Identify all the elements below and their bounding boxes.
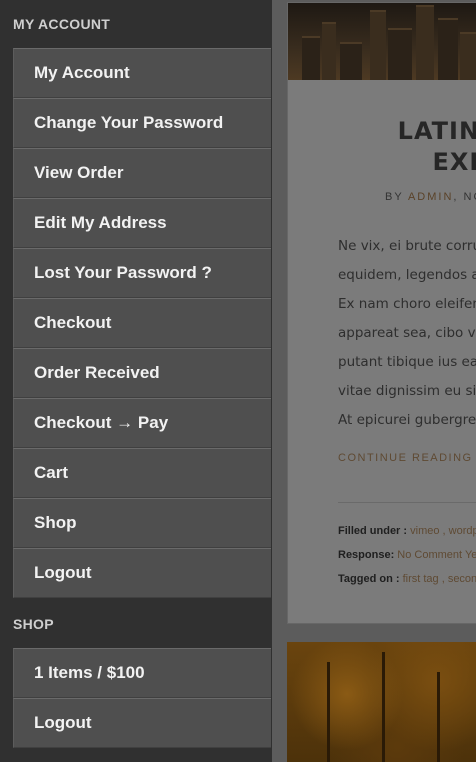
post-title-line-1[interactable]: LATINI	[290, 116, 476, 147]
next-post-image[interactable]	[287, 642, 476, 762]
menu-item-shop[interactable]: Shop	[13, 498, 271, 548]
continue-reading-link[interactable]: CONTINUE READING →	[338, 452, 476, 464]
divider	[338, 502, 476, 503]
post-title-line-2[interactable]: EXP	[290, 147, 476, 178]
my-account-heading: MY ACCOUNT	[13, 16, 111, 32]
excerpt-line: At epicurei gubergre	[338, 412, 476, 428]
excerpt-line: Ne vix, ei brute corru	[338, 238, 476, 254]
post-footer: Filled under : vimeo , wordp Response: N…	[338, 519, 476, 591]
menu-item-order-received[interactable]: Order Received	[13, 348, 271, 398]
menu-item-view-order[interactable]: View Order	[13, 148, 271, 198]
post-meta: BY ADMIN, NO	[385, 191, 476, 203]
my-account-menu: My Account Change Your Password View Ord…	[13, 48, 272, 598]
excerpt-line: vitae dignissim eu sit	[338, 383, 476, 399]
menu-item-lost-password[interactable]: Lost Your Password ?	[13, 248, 271, 298]
excerpt-line: equidem, legendos a	[338, 267, 476, 283]
post-title[interactable]: LATINI EXP	[290, 116, 476, 178]
shop-heading: SHOP	[13, 616, 54, 632]
meta-by-label: BY	[385, 191, 408, 203]
shop-menu: 1 Items / $100 Logout	[13, 648, 272, 748]
excerpt-line: Ex nam choro eleifen	[338, 296, 476, 312]
menu-item-edit-address[interactable]: Edit My Address	[13, 198, 271, 248]
post-hero-image[interactable]	[288, 3, 476, 80]
menu-item-checkout-pay[interactable]: Checkout → Pay	[13, 398, 271, 448]
menu-item-cart-summary[interactable]: 1 Items / $100	[13, 648, 271, 698]
filed-under-label: Filled under :	[338, 525, 411, 537]
category-links[interactable]: vimeo , wordp	[410, 525, 476, 537]
menu-item-change-password[interactable]: Change Your Password	[13, 98, 271, 148]
tagged-on-label: Tagged on :	[338, 573, 403, 585]
menu-item-shop-logout[interactable]: Logout	[13, 698, 271, 748]
meta-author-link[interactable]: ADMIN	[408, 191, 453, 203]
meta-rest: , NO	[453, 191, 476, 203]
comments-link[interactable]: No Comment Ye	[397, 549, 476, 561]
side-menu-panel: MY ACCOUNT My Account Change Your Passwo…	[0, 0, 272, 762]
post-excerpt: Ne vix, ei brute corru equidem, legendos…	[338, 232, 476, 435]
menu-item-cart[interactable]: Cart	[13, 448, 271, 498]
excerpt-line: appareat sea, cibo vo	[338, 325, 476, 341]
excerpt-line: putant tibique ius ea,	[338, 354, 476, 370]
tag-links[interactable]: first tag , secon	[403, 573, 476, 585]
menu-item-checkout[interactable]: Checkout	[13, 298, 271, 348]
response-label: Response:	[338, 549, 398, 561]
menu-item-my-account[interactable]: My Account	[13, 48, 271, 98]
post-card: LATINI EXP BY ADMIN, NO Ne vix, ei brute…	[287, 2, 476, 624]
menu-item-logout[interactable]: Logout	[13, 548, 271, 598]
